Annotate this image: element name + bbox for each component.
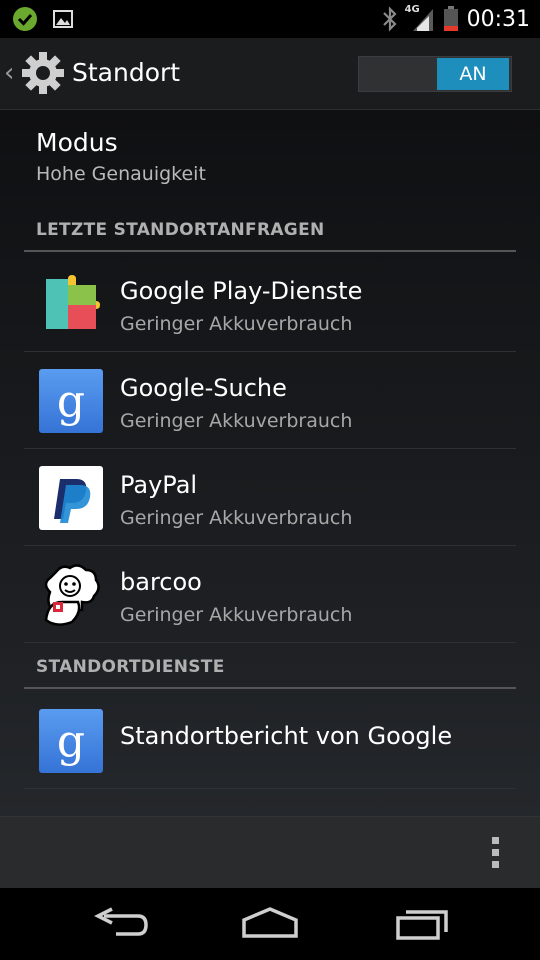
list-item-paypal[interactable]: PayPal Geringer Akkuverbrauch bbox=[24, 449, 516, 546]
mode-title: Modus bbox=[36, 128, 118, 157]
google-search-icon: g bbox=[39, 369, 103, 433]
bottom-action-bar bbox=[0, 816, 540, 888]
settings-gear-icon[interactable] bbox=[20, 50, 66, 96]
location-toggle-label: AN bbox=[437, 58, 509, 90]
list-item-title: Google Play-Dienste bbox=[120, 277, 363, 305]
list-item-google-search[interactable]: g Google-Suche Geringer Akkuverbrauch bbox=[24, 352, 516, 449]
list-item-subtitle: Geringer Akkuverbrauch bbox=[120, 507, 353, 529]
bluetooth-icon bbox=[382, 6, 397, 32]
list-item-title: Google-Suche bbox=[120, 374, 287, 402]
google-search-icon: g bbox=[39, 709, 103, 773]
battery-icon bbox=[443, 6, 458, 31]
section-divider bbox=[24, 250, 516, 252]
clock: 00:31 bbox=[466, 6, 530, 32]
list-item-title: Standortbericht von Google bbox=[120, 722, 453, 750]
recent-apps-icon[interactable] bbox=[392, 906, 452, 942]
location-toggle[interactable]: AN bbox=[358, 56, 512, 92]
action-bar: ‹ Standort AN bbox=[0, 38, 540, 110]
list-item-title: PayPal bbox=[120, 471, 198, 499]
list-item-subtitle: Geringer Akkuverbrauch bbox=[120, 410, 353, 432]
list-item-google-play-services[interactable]: Google Play-Dienste Geringer Akkuverbrau… bbox=[24, 255, 516, 352]
back-chevron-icon[interactable]: ‹ bbox=[4, 58, 14, 88]
svg-text:g: g bbox=[57, 716, 85, 767]
home-icon[interactable] bbox=[240, 906, 300, 942]
signal-icon: 4G bbox=[405, 4, 435, 32]
barcoo-icon bbox=[44, 564, 100, 626]
section-divider bbox=[24, 687, 516, 689]
status-bar: 4G 00:31 bbox=[0, 0, 540, 38]
location-services-label: STANDORTDIENSTE bbox=[36, 657, 225, 677]
recent-requests-label: LETZTE STANDORTANFRAGEN bbox=[36, 220, 325, 240]
mode-setting[interactable]: Modus Hohe Genauigkeit bbox=[36, 128, 206, 185]
list-item-title: barcoo bbox=[120, 568, 202, 596]
list-item-google-location-reporting[interactable]: g Standortbericht von Google bbox=[24, 692, 516, 789]
image-notification-icon bbox=[53, 10, 73, 28]
list-item-barcoo[interactable]: barcoo Geringer Akkuverbrauch bbox=[24, 546, 516, 643]
list-item-subtitle: Geringer Akkuverbrauch bbox=[120, 313, 353, 335]
check-notification-icon bbox=[13, 7, 37, 31]
recent-requests-header: LETZTE STANDORTANFRAGEN bbox=[24, 220, 516, 252]
paypal-icon bbox=[39, 466, 103, 530]
page-title: Standort bbox=[72, 58, 181, 87]
mode-value: Hohe Genauigkeit bbox=[36, 163, 206, 185]
back-icon[interactable] bbox=[90, 906, 150, 942]
location-services-header: STANDORTDIENSTE bbox=[24, 657, 516, 689]
list-item-subtitle: Geringer Akkuverbrauch bbox=[120, 604, 353, 626]
overflow-menu-icon[interactable] bbox=[490, 837, 500, 869]
svg-text:g: g bbox=[57, 376, 85, 427]
google-play-services-icon bbox=[46, 275, 100, 329]
settings-content: Modus Hohe Genauigkeit LETZTE STANDORTAN… bbox=[0, 110, 540, 816]
navigation-bar bbox=[0, 888, 540, 960]
